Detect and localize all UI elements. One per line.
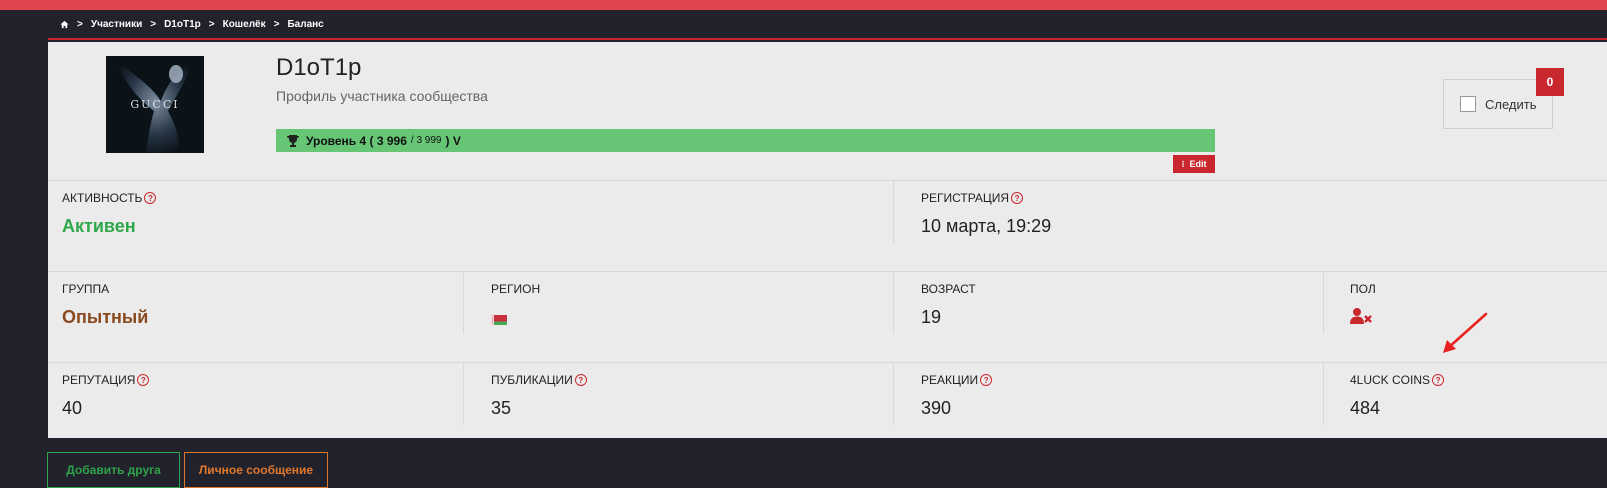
registration-value: 10 марта, 19:29 [921,216,1052,236]
publications-value: 35 [491,398,512,418]
reactions-label-text: РЕАКЦИИ [921,373,979,387]
breadcrumb-item-wallet[interactable]: Кошелёк [223,19,266,30]
home-icon[interactable] [60,20,69,29]
help-icon[interactable]: ? [137,374,150,386]
divider [48,271,1607,272]
divider [893,271,894,334]
breadcrumb-separator: > [208,18,215,30]
level-suffix: ) V [445,133,461,148]
coins-label: 4LUCK COINS ? [1350,373,1445,387]
help-icon[interactable]: ? [1011,192,1024,204]
top-alert-strip [0,0,1607,10]
group-value: Опытный [62,307,149,327]
coins-value: 484 [1350,398,1381,418]
publications-label: ПУБЛИКАЦИИ ? [491,373,587,387]
activity-label-text: АКТИВНОСТЬ [62,191,143,205]
belarus-flag-icon [491,315,507,325]
grip-icon: ⁝ [1181,158,1185,169]
registration-label-text: РЕГИСТРАЦИЯ [921,191,1010,205]
activity-label: АКТИВНОСТЬ ? [62,191,157,205]
help-icon[interactable]: ? [1432,374,1445,386]
level-text: Уровень 4 ( 3 996 [306,133,407,148]
private-message-button[interactable]: Личное сообщение [184,452,328,488]
breadcrumb-separator: > [273,18,280,30]
level-progress-bar: Уровень 4 ( 3 996 / 3 999 ) V [276,129,1215,152]
follow-checkbox[interactable] [1460,96,1476,112]
gender-label: ПОЛ [1350,282,1376,296]
edit-button-label: Edit [1189,159,1207,169]
breadcrumb-item-balance[interactable]: Баланс [287,19,323,30]
profile-panel: GUCCI D1oT1p Профиль участника сообществ… [48,42,1607,438]
page-title: D1oT1p [276,54,362,81]
annotation-arrow-icon [1443,312,1488,353]
avatar[interactable]: GUCCI [106,56,204,153]
trophy-icon [287,134,299,147]
group-label-text: ГРУППА [62,282,110,296]
age-label: ВОЗРАСТ [921,282,976,296]
divider [463,271,464,334]
level-max: / 3 999 [410,135,442,146]
follow-count-badge: 0 [1536,68,1564,96]
user-unknown-icon [1350,308,1372,324]
breadcrumb: > Участники > D1oT1p > Кошелёк > Баланс [48,10,1607,40]
group-label: ГРУППА [62,282,109,296]
breadcrumb-separator: > [150,18,157,30]
profile-subtitle: Профиль участника сообщества [276,88,488,104]
breadcrumb-item-members[interactable]: Участники [91,19,142,30]
divider [1323,271,1324,334]
age-label-text: ВОЗРАСТ [921,282,976,296]
coins-label-text: 4LUCK COINS [1350,373,1431,387]
help-icon[interactable]: ? [144,192,157,204]
edit-level-button[interactable]: ⁝ Edit [1173,155,1215,173]
help-icon[interactable]: ? [980,374,993,386]
age-value: 19 [921,307,942,327]
activity-value: Активен [62,216,136,236]
reputation-label-text: РЕПУТАЦИЯ [62,373,136,387]
divider [48,180,1607,181]
reactions-value: 390 [921,398,952,418]
breadcrumb-item-user[interactable]: D1oT1p [164,19,201,30]
reputation-label: РЕПУТАЦИЯ ? [62,373,150,387]
reactions-label: РЕАКЦИИ ? [921,373,993,387]
publications-label-text: ПУБЛИКАЦИИ [491,373,573,387]
follow-label: Следить [1485,96,1537,112]
gender-label-text: ПОЛ [1350,282,1376,296]
reputation-value: 40 [62,398,83,418]
region-label-text: РЕГИОН [491,282,541,296]
divider [893,180,894,243]
registration-label: РЕГИСТРАЦИЯ ? [921,191,1024,205]
divider [463,362,464,425]
divider [893,362,894,425]
divider [48,362,1607,363]
help-icon[interactable]: ? [574,374,587,386]
breadcrumb-separator: > [77,18,83,30]
avatar-wordmark: GUCCI [130,98,180,111]
divider [1323,362,1324,425]
add-friend-button[interactable]: Добавить друга [47,452,180,488]
region-label: РЕГИОН [491,282,540,296]
